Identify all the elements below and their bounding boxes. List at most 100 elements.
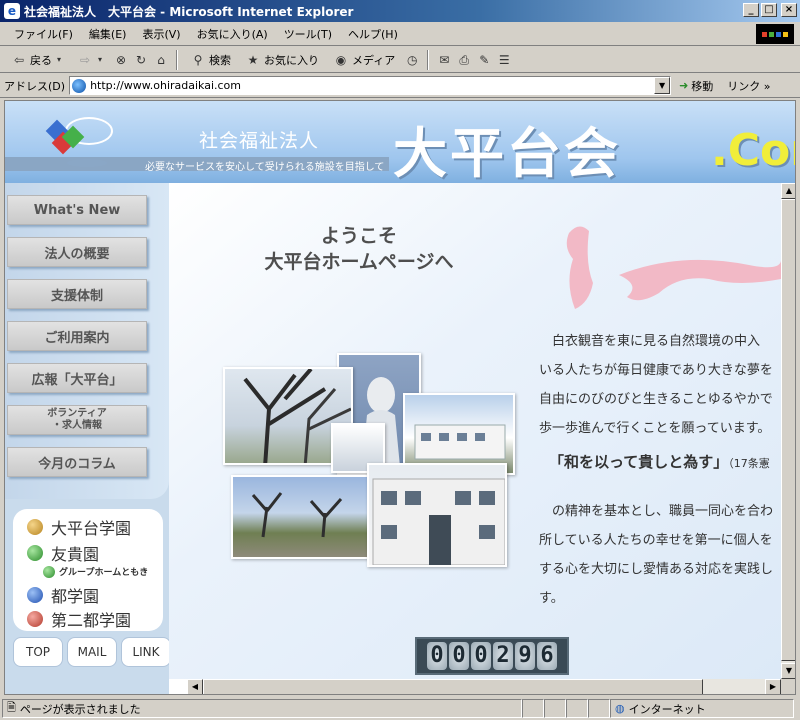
site-logo[interactable] <box>43 115 123 171</box>
window-title: 社会福祉法人 大平台会 - Microsoft Internet Explore… <box>24 4 354 19</box>
facility-sub-item[interactable]: グループホームともき <box>43 565 148 578</box>
stop-icon[interactable]: ⊗ <box>113 52 129 68</box>
go-arrow-icon: ➜ <box>679 79 689 92</box>
dropdown-arrow-icon[interactable]: ▾ <box>55 52 63 68</box>
nav-newsletter[interactable]: 広報「大平台」 <box>7 363 147 393</box>
intro-line: 歩一歩進んで行くことを願っています。 <box>539 421 771 436</box>
site-header: 社会福祉法人 大平台会 .Com 必要なサービスを安心して受けられる施設を目指し… <box>5 101 795 183</box>
intro-line: 自由にのびのびと生きることゆるやかで <box>539 392 773 407</box>
address-url[interactable]: http://www.ohiradaikai.com <box>90 79 241 92</box>
security-zone-cell: ◍ インターネット <box>610 699 794 718</box>
motto-note: （17条憲 <box>728 457 770 470</box>
facility-item[interactable]: 都学園 <box>27 583 99 607</box>
close-button[interactable]: × <box>781 3 797 17</box>
status-cell <box>544 699 566 718</box>
menu-tools[interactable]: ツール(T) <box>276 26 340 42</box>
nav-support[interactable]: 支援体制 <box>7 279 147 309</box>
media-button[interactable]: ◉ メディア <box>328 49 400 71</box>
edit-icon[interactable]: ✎ <box>476 52 492 68</box>
calligraphy-brush-art <box>566 226 781 309</box>
link-button[interactable]: LINK <box>121 637 171 667</box>
menu-bar: ファイル(F) 編集(E) 表示(V) お気に入り(A) ツール(T) ヘルプ(… <box>0 22 800 46</box>
menu-help[interactable]: ヘルプ(H) <box>340 26 406 42</box>
print-icon[interactable]: ⎙ <box>456 52 472 68</box>
motto-text: 「和を以って貴しと為す」 <box>549 453 729 471</box>
search-button[interactable]: ⚲ 検索 <box>185 49 236 71</box>
philosophy-line: する心を大切にし愛情ある対応を実践し <box>539 562 774 577</box>
photo-collage <box>217 347 517 587</box>
nav-whats-new[interactable]: What's New <box>7 195 147 225</box>
facility-label: グループホームともき <box>59 568 149 578</box>
facility-item[interactable]: 第二都学園 <box>27 607 131 631</box>
history-icon[interactable]: ◷ <box>404 52 420 68</box>
facility-building-photo <box>367 463 507 567</box>
menu-file[interactable]: ファイル(F) <box>6 26 81 42</box>
menu-favorites[interactable]: お気に入り(A) <box>189 26 276 42</box>
toolbar-separator <box>427 49 430 70</box>
scroll-right-icon[interactable]: ▶ <box>765 679 781 694</box>
media-label: メディア <box>352 53 396 67</box>
philosophy-line: す。 <box>539 591 564 606</box>
dropdown-arrow-icon[interactable]: ▾ <box>96 52 104 68</box>
security-zone: インターネット <box>628 702 706 716</box>
discuss-icon[interactable]: ☰ <box>496 52 512 68</box>
header-tagline: 必要なサービスを安心して受けられる施設を目指して <box>145 162 385 173</box>
green-ball-icon <box>27 545 43 561</box>
maximize-button[interactable]: □ <box>761 3 777 17</box>
mail-icon[interactable]: ✉ <box>436 52 452 68</box>
status-cell <box>588 699 610 718</box>
welcome-heading: ようこそ 大平台ホームページへ <box>229 223 489 275</box>
nav-usage-guide[interactable]: ご利用案内 <box>7 321 147 351</box>
vertical-scroll-thumb[interactable] <box>781 199 795 661</box>
page-viewport: 社会福祉法人 大平台会 .Com 必要なサービスを安心して受けられる施設を目指し… <box>4 100 796 695</box>
favorites-button[interactable]: ★ お気に入り <box>240 49 324 71</box>
scroll-up-icon[interactable]: ▲ <box>781 183 795 199</box>
status-bar: 🗎 ページが表示されました ◍ インターネット <box>0 697 800 720</box>
counter-digit: 6 <box>537 642 557 670</box>
status-cell <box>566 699 588 718</box>
scroll-left-icon[interactable]: ◀ <box>187 679 203 694</box>
counter-digit: 9 <box>515 642 535 670</box>
horizontal-scroll-thumb[interactable] <box>203 679 703 694</box>
media-icon: ◉ <box>335 52 347 67</box>
address-input[interactable]: http://www.ohiradaikai.com ▼ <box>69 76 672 95</box>
scroll-down-icon[interactable]: ▼ <box>781 663 795 679</box>
address-dropdown-icon[interactable]: ▼ <box>654 77 671 94</box>
facility-item[interactable]: 大平台学園 <box>27 515 131 539</box>
minimize-button[interactable]: _ <box>743 3 759 17</box>
facility-item[interactable]: 友貴園 <box>27 541 99 565</box>
go-button[interactable]: ➜ 移動 <box>679 78 713 94</box>
nav-column[interactable]: 今月のコラム <box>7 447 147 477</box>
forward-arrow-icon: ⇨ <box>79 52 91 67</box>
counter-digit: 0 <box>427 642 447 670</box>
counter-digit: 0 <box>449 642 469 670</box>
nav-about[interactable]: 法人の概要 <box>7 237 147 267</box>
address-label: アドレス(D) <box>4 79 66 93</box>
vertical-scrollbar[interactable]: ▲ ▼ <box>781 183 795 679</box>
garden-photo <box>231 475 371 559</box>
logo-shadow <box>67 159 107 167</box>
forward-button[interactable]: ⇨ ▾ <box>72 49 109 71</box>
blue-ball-icon <box>27 587 43 603</box>
status-cell <box>522 699 544 718</box>
welcome-line-2: 大平台ホームページへ <box>264 251 454 273</box>
nav-volunteer-jobs[interactable]: ボランティア ・求人情報 <box>7 405 147 435</box>
top-button[interactable]: TOP <box>13 637 63 667</box>
refresh-icon[interactable]: ↻ <box>133 52 149 68</box>
mail-button[interactable]: MAIL <box>67 637 117 667</box>
standard-toolbar: ⇦ 戻る ▾ ⇨ ▾ ⊗ ↻ ⌂ ⚲ 検索 ★ お気に入り ◉ メディア ◷ ✉… <box>0 47 800 73</box>
horizontal-scrollbar[interactable]: ◀ ▶ <box>187 679 781 694</box>
ie-icon: e <box>4 3 20 19</box>
menu-view[interactable]: 表示(V) <box>134 26 188 42</box>
toolbar-separator <box>176 49 178 70</box>
gold-ball-icon <box>27 519 43 535</box>
internet-globe-icon: ◍ <box>615 702 625 715</box>
facility-label: 友貴園 <box>51 545 100 564</box>
site-tld: .Com <box>711 125 795 176</box>
facility-list: 大平台学園 友貴園 グループホームともき 都学園 第二都学園 <box>13 509 163 631</box>
home-icon[interactable]: ⌂ <box>153 52 169 68</box>
menu-edit[interactable]: 編集(E) <box>81 26 135 42</box>
back-button[interactable]: ⇦ 戻る ▾ <box>6 49 68 71</box>
scrollbar-corner <box>781 679 795 694</box>
links-button[interactable]: リンク » <box>727 78 770 94</box>
